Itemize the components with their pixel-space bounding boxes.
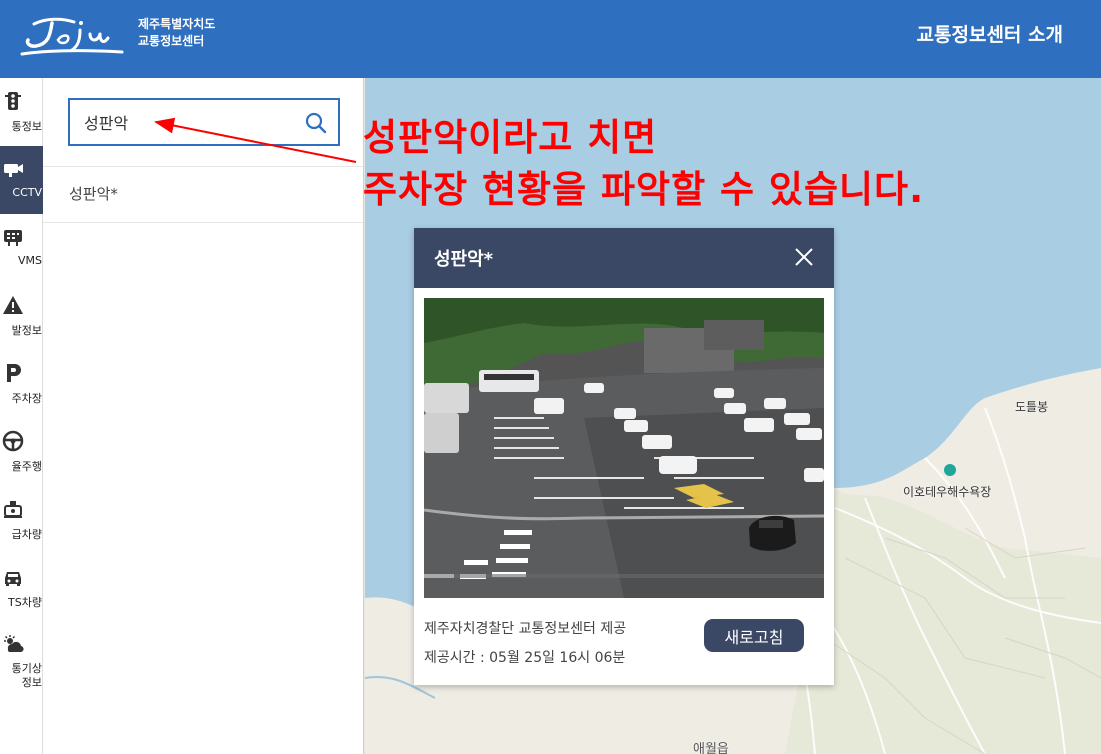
cctv-popup: 성판악* 제주자치경찰단 교통정보센터 제공 제공시간: 05월 25일 16… <box>414 228 834 685</box>
annotation-line2: 주차장 현황을 파악할 수 있습니다. <box>363 168 925 211</box>
annotation-line1: 성판악이라고 치면 <box>363 116 658 159</box>
popup-header: 성판악* <box>414 228 834 288</box>
close-icon[interactable] <box>792 245 816 269</box>
refresh-button[interactable]: 새로고침 <box>704 619 804 652</box>
annotation-text: 성판악이라고 치면 주차장 현황을 파악할 수 있습니다. <box>363 112 924 216</box>
popup-title: 성판악* <box>434 249 494 270</box>
cctv-camera-image <box>424 298 824 598</box>
provider-text: 제주자치경찰단 교통정보센터 제공 <box>424 621 627 637</box>
timestamp-text: 제공시간 : 05월 25일 16시 06분 <box>424 650 626 666</box>
